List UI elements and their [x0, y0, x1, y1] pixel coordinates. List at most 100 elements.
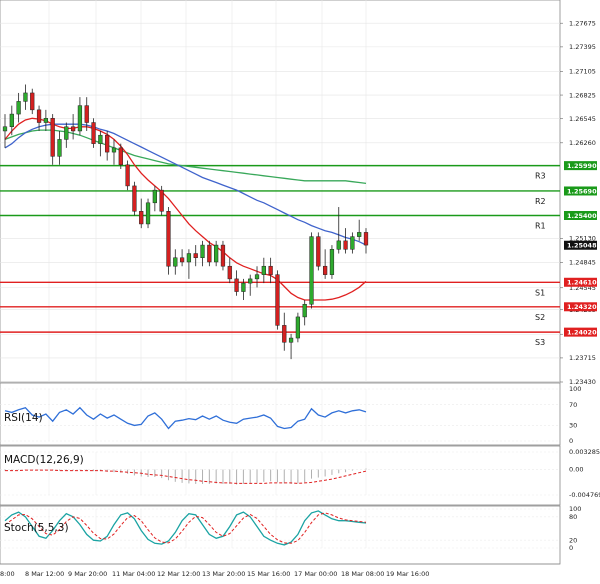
candle-body [179, 257, 185, 263]
candle-body [173, 257, 178, 267]
level-price-label: 1.24610 [567, 279, 597, 287]
candle-body [159, 189, 164, 212]
rsi-panel-frame [0, 382, 561, 446]
candle-body [288, 337, 294, 343]
candle-body [227, 265, 232, 280]
candle-body [43, 118, 48, 123]
candle-body [254, 274, 260, 280]
stoch-panel-frame [0, 505, 561, 565]
level-name-r1: R1 [535, 221, 546, 230]
candle-body [2, 126, 8, 132]
candle-body [357, 232, 362, 237]
candle-body [139, 211, 144, 225]
time-tick-label: 17 Mar 00:00 [294, 570, 337, 578]
indicator-tick-label: 100 [569, 385, 581, 393]
time-tick-label: 9 Mar 20:00 [68, 570, 107, 578]
candle-body [98, 134, 103, 144]
price-tick-label: 1.27395 [569, 43, 596, 51]
level-price-label: 1.25690 [567, 187, 597, 195]
price-tick-label: 1.26545 [569, 115, 596, 123]
candle-body [323, 265, 328, 275]
candle-body [363, 232, 369, 246]
candle-body [132, 185, 137, 212]
indicator-tick-label: 100 [569, 505, 581, 513]
level-price-label: 1.24320 [567, 303, 597, 311]
candle-body [282, 325, 287, 343]
candle-body [125, 164, 130, 187]
time-tick-label: 19 Mar 16:00 [386, 570, 429, 578]
candle-body [248, 278, 253, 284]
level-name-r2: R2 [535, 197, 546, 206]
candle-body [70, 126, 76, 132]
candle-body [9, 113, 14, 128]
trading-chart: R3 R2 R1 S1 S2 S3 1.27675 1.27395 1.27105 1.2682… [0, 0, 600, 584]
candle-body [309, 236, 314, 305]
level-price-label: 1.24020 [567, 328, 597, 336]
candle-body [343, 240, 348, 250]
indicator-tick-label: 0.003285 [569, 448, 600, 456]
price-tick-label: 1.23715 [569, 354, 596, 362]
candle-body [105, 134, 110, 153]
candle-body [36, 109, 42, 123]
candle-body [30, 92, 35, 111]
level-price-label: 1.25990 [567, 162, 597, 170]
indicator-tick-label: 20 [569, 536, 577, 544]
indicator-tick-label: -0.004769 [569, 491, 600, 499]
time-tick-label: 8 Mar 12:00 [25, 570, 64, 578]
price-panel[interactable]: R3 R2 R1 S1 S2 S3 1.27675 1.27395 1.27105 1.2682… [0, 0, 597, 386]
candle-body [207, 244, 212, 263]
level-name-s1: S1 [535, 288, 545, 297]
candle-body [329, 249, 335, 275]
candle-body [261, 265, 266, 275]
candle-body [295, 316, 301, 339]
price-tick-label: 1.27105 [569, 68, 596, 76]
level-name-s2: S2 [535, 313, 545, 322]
candle-body [166, 211, 171, 267]
macd-label: MACD(12,26,9) [4, 454, 84, 466]
indicator-tick-label: 80 [569, 513, 577, 521]
price-tick-label: 1.27675 [569, 19, 596, 27]
time-tick-label: 8:00 [0, 570, 15, 578]
time-tick-label: 18 Mar 08:00 [341, 570, 384, 578]
time-tick-label: 13 Mar 20:00 [202, 570, 245, 578]
candle-body [57, 139, 62, 157]
candle-body [84, 105, 89, 123]
time-tick-label: 11 Mar 04:00 [112, 570, 155, 578]
candle-body [145, 202, 151, 225]
candle-body [302, 303, 307, 318]
candle-body [50, 118, 55, 157]
level-name-r3: R3 [535, 172, 546, 181]
candle-body [152, 189, 157, 204]
macd-panel[interactable]: 0.003285 0.00 -0.004769 MACD(12,26,9) [0, 445, 600, 506]
price-tick-label: 1.26825 [569, 91, 596, 99]
candle-body [23, 92, 28, 102]
candle-body [200, 244, 205, 259]
rsi-label: RSI(14) [4, 412, 43, 424]
candle-body [234, 278, 239, 292]
level-price-label: 1.25400 [567, 212, 597, 220]
candle-body [111, 147, 117, 153]
price-tick-label: 1.26260 [569, 139, 596, 147]
candle-body [16, 101, 21, 115]
candle-body [316, 236, 321, 267]
candle-body [275, 274, 280, 326]
candle-body [193, 253, 198, 259]
macd-panel-frame [0, 445, 561, 506]
candle-body [214, 244, 219, 263]
indicator-tick-label: 0 [569, 437, 573, 445]
rsi-panel[interactable]: 100 70 30 0 RSI(14) [0, 382, 581, 446]
indicator-tick-label: 70 [569, 401, 577, 409]
indicator-tick-label: 0.00 [569, 466, 583, 474]
time-tick-label: 15 Mar 16:00 [247, 570, 290, 578]
candle-body [336, 240, 341, 250]
stoch-panel[interactable]: 10080 200 Stoch(5,5,3) [0, 505, 581, 565]
stoch-label: Stoch(5,5,3) [4, 522, 69, 534]
indicator-tick-label: 0 [569, 544, 573, 552]
candle-body [186, 253, 192, 263]
indicator-tick-label: 30 [569, 422, 577, 430]
candle-body [118, 147, 123, 166]
candle-body [220, 244, 226, 267]
candle-body [268, 265, 273, 275]
candle-body [77, 105, 83, 132]
level-name-s3: S3 [535, 338, 545, 347]
